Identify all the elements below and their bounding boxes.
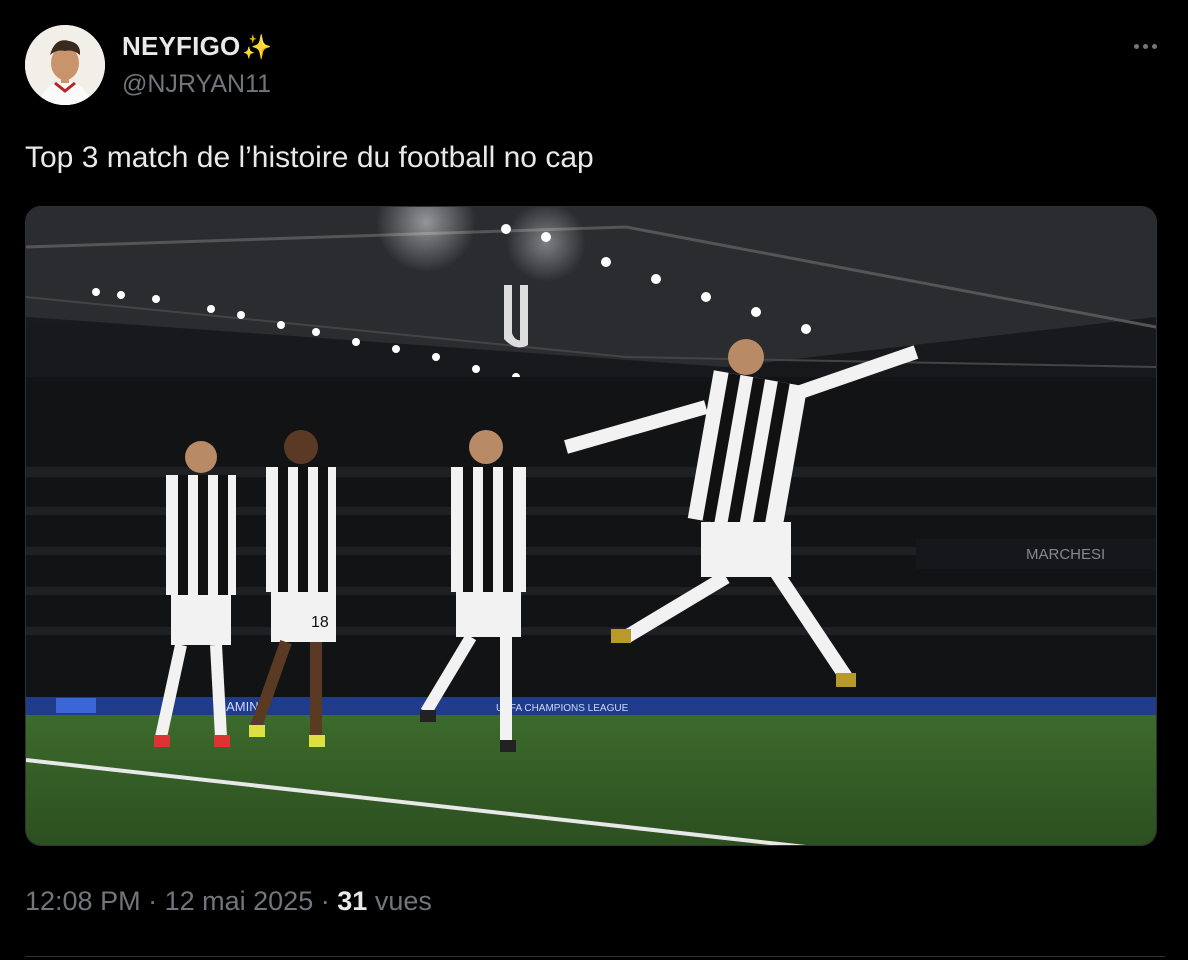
display-name-text[interactable]: NEYFIGO xyxy=(122,31,240,61)
views-label: vues xyxy=(374,886,432,916)
stand-sign-text: MARCHESI xyxy=(1026,546,1105,563)
ad-board-ucl: UEFA CHAMPIONS LEAGUE xyxy=(496,703,629,714)
tweet-time[interactable]: 12:08 PM xyxy=(25,886,141,916)
more-dot-icon xyxy=(1133,43,1139,49)
meta-separator: · xyxy=(148,886,158,916)
more-dot-icon xyxy=(1151,43,1157,49)
avatar[interactable] xyxy=(25,25,105,105)
meta-separator: · xyxy=(320,886,330,916)
avatar-image-icon xyxy=(25,25,105,105)
more-options-button[interactable] xyxy=(1125,31,1165,61)
author-names: NEYFIGO✨ @NJRYAN11 xyxy=(122,31,273,99)
tweet-date[interactable]: 12 mai 2025 xyxy=(165,886,314,916)
tweet-meta: 12:08 PM · 12 mai 2025 · 31 vues xyxy=(25,884,432,918)
tweet-text: Top 3 match de l’histoire du football no… xyxy=(25,141,594,174)
player-number: 18 xyxy=(311,614,329,631)
author-handle[interactable]: @NJRYAN11 xyxy=(122,69,273,99)
photo-football-celebration-icon: MARCHESI GAMING UEFA CHAMPIONS LEAGUE 18 xyxy=(26,207,1156,845)
more-dot-icon xyxy=(1142,43,1148,49)
tweet-header: NEYFIGO✨ @NJRYAN11 xyxy=(25,25,1165,107)
author-display-name[interactable]: NEYFIGO✨ xyxy=(122,31,273,63)
views-count: 31 xyxy=(337,886,368,916)
sparkles-icon: ✨ xyxy=(242,34,273,61)
divider xyxy=(25,956,1165,957)
tweet-media[interactable]: MARCHESI GAMING UEFA CHAMPIONS LEAGUE 18 xyxy=(25,206,1157,846)
